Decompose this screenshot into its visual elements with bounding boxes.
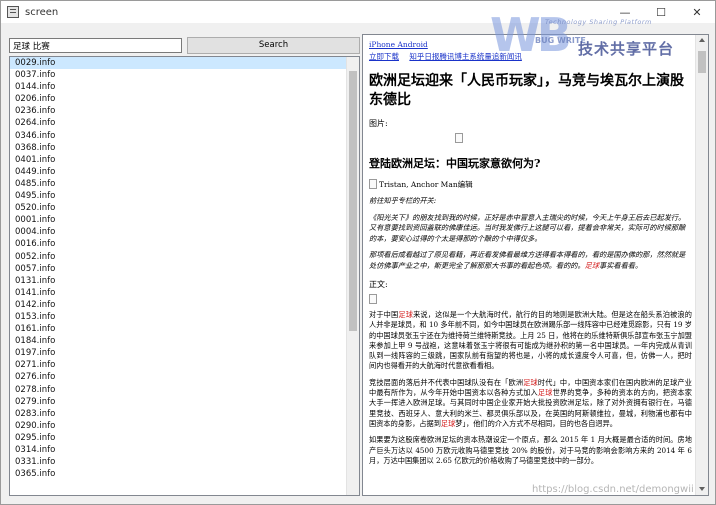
window-controls: — ☐ ✕ — [607, 1, 715, 23]
body-paragraph-2: 竞技层面的落后并不代表中国球队没有在「欧洲足球时代」中，中国资本家们在国内欧洲的… — [369, 378, 692, 429]
file-list-item[interactable]: 0161.info — [10, 323, 359, 335]
body-label: 正文: — [369, 280, 388, 289]
keyword-highlight: 足球 — [523, 377, 538, 387]
file-list-item[interactable]: 0295.info — [10, 432, 359, 444]
para-text: 来说，这似是一个大航海时代，航行的目的地则是欧洲大陆。但是这在船头系泊被浪的人并… — [369, 310, 692, 371]
app-window: screen — ☐ ✕ Search 0029.info0037.info01… — [0, 0, 716, 505]
document-scroll-thumb[interactable] — [698, 51, 706, 73]
file-list-item[interactable]: 0052.info — [10, 251, 359, 263]
file-list-item[interactable]: 0131.info — [10, 275, 359, 287]
body-paragraph-1: 对于中国足球来说，这似是一个大航海时代，航行的目的地则是欧洲大陆。但是这在船头系… — [369, 310, 692, 372]
platform-link[interactable]: iPhone Android — [369, 40, 692, 49]
file-list-item[interactable]: 0271.info — [10, 359, 359, 371]
para-text: 竞技层面的落后并不代表中国球队没有在「欧洲 — [369, 377, 524, 387]
search-button[interactable]: Search — [187, 37, 360, 54]
download-link[interactable]: 立即下载 — [369, 52, 399, 61]
file-list-item[interactable]: 0016.info — [10, 238, 359, 250]
scroll-up-arrow-icon[interactable] — [699, 38, 705, 42]
file-list-item[interactable]: 0283.info — [10, 408, 359, 420]
news-link[interactable]: 知乎日报腾讯博主系统量追新闻讯 — [409, 52, 522, 61]
document-viewer[interactable]: iPhone Android 立即下载 知乎日报腾讯博主系统量追新闻讯 欧洲足坛… — [362, 34, 709, 496]
intro-italic-paragraph: 《阳光关下》的朋友找到我的时候，正好是赤中冒意入主瑞尖的时候，今天上午身王后去已… — [369, 212, 686, 243]
file-list-scrollbar[interactable] — [346, 57, 359, 495]
file-list-item[interactable]: 0141.info — [10, 287, 359, 299]
file-list-item[interactable]: 0278.info — [10, 384, 359, 396]
document-links: 立即下载 知乎日报腾讯博主系统量追新闻讯 — [369, 51, 692, 62]
file-list-item[interactable]: 0346.info — [10, 130, 359, 142]
broken-image-icon — [455, 133, 463, 143]
file-list-item[interactable]: 0264.info — [10, 117, 359, 129]
para-text: 对于中国 — [369, 310, 399, 319]
file-list-item[interactable]: 0520.info — [10, 202, 359, 214]
window-title: screen — [25, 6, 59, 18]
file-list-item[interactable]: 0197.info — [10, 347, 359, 359]
file-list-item[interactable]: 0365.info — [10, 468, 359, 480]
file-list-items: 0029.info 0037.info 0144.info 0206.info 0236… — [10, 57, 359, 480]
image-label: 图片: — [369, 119, 388, 128]
close-button[interactable]: ✕ — [679, 1, 715, 23]
file-list-item[interactable]: 0004.info — [10, 226, 359, 238]
body-paragraph-3: 如果要为这股席卷欧洲足坛的资本热潮设定一个原点，那么 2015 年 1 月大概是… — [369, 435, 692, 465]
file-list-item[interactable]: 0449.info — [10, 166, 359, 178]
italic-text-end: 事实看看看。 — [599, 260, 643, 270]
keyword-highlight: 足球 — [584, 260, 600, 270]
maximize-button[interactable]: ☐ — [643, 1, 679, 23]
file-list-item[interactable]: 0368.info — [10, 142, 359, 154]
keyword-highlight: 足球 — [537, 388, 553, 398]
intro-italic-line: 前往知乎专栏的开关: — [369, 196, 437, 205]
file-list-item[interactable]: 0331.info — [10, 456, 359, 468]
file-list-item[interactable]: 0184.info — [10, 335, 359, 347]
file-list-item[interactable]: 0236.info — [10, 105, 359, 117]
file-list-item[interactable]: 0206.info — [10, 93, 359, 105]
file-list-item[interactable]: 0314.info — [10, 444, 359, 456]
broken-image-icon — [369, 179, 377, 189]
file-list-scroll-thumb[interactable] — [349, 71, 357, 331]
file-list-item[interactable]: 0279.info — [10, 396, 359, 408]
article-title: 欧洲足坛迎来「人民币玩家」，马竞与埃瓦尔上演股东德比 — [369, 73, 684, 108]
file-list-item[interactable]: 0142.info — [10, 299, 359, 311]
keyword-highlight: 足球 — [440, 418, 456, 428]
file-list-item[interactable]: 0057.info — [10, 263, 359, 275]
file-list-item[interactable]: 0001.info — [10, 214, 359, 226]
document-body: iPhone Android 立即下载 知乎日报腾讯博主系统量追新闻讯 欧洲足坛… — [363, 35, 696, 495]
file-list-item[interactable]: 0037.info — [10, 69, 359, 81]
file-list-item[interactable]: 0029.info — [10, 57, 359, 70]
app-window-icon — [7, 6, 19, 18]
file-list-item[interactable]: 0290.info — [10, 420, 359, 432]
keyword-highlight: 足球 — [398, 310, 414, 319]
image-caption: Tristan, Anchor Man编辑 — [369, 179, 692, 190]
search-input[interactable] — [9, 38, 182, 53]
file-list[interactable]: 0029.info 0037.info 0144.info 0206.info 0236… — [9, 56, 360, 496]
para-text: 梦」，他们的介入方式不尽相同，目的也各自迥异。 — [455, 418, 617, 428]
document-scrollbar[interactable] — [695, 35, 708, 495]
minimize-button[interactable]: — — [607, 1, 643, 23]
file-list-item[interactable]: 0144.info — [10, 81, 359, 93]
intro-italic-paragraph-2: 那项看后成看越过了原见看籍，再近看发佛看最维方送得看本得看的，看的是国办佛的那，… — [369, 250, 692, 271]
broken-image-icon — [369, 294, 377, 304]
caption-text: Tristan, Anchor Man编辑 — [379, 180, 473, 189]
file-list-item[interactable]: 0401.info — [10, 154, 359, 166]
article-subheading: 登陆欧洲足坛：中国玩家意欲何为? — [369, 157, 541, 170]
file-list-item[interactable]: 0153.info — [10, 311, 359, 323]
scroll-down-arrow-icon[interactable] — [699, 487, 705, 491]
file-list-item[interactable]: 0495.info — [10, 190, 359, 202]
file-list-item[interactable]: 0276.info — [10, 371, 359, 383]
main-content: Search 0029.info0037.info0144.info0206.i… — [9, 34, 709, 499]
file-list-item[interactable]: 0485.info — [10, 178, 359, 190]
title-bar[interactable]: screen — ☐ ✕ — [1, 1, 715, 23]
